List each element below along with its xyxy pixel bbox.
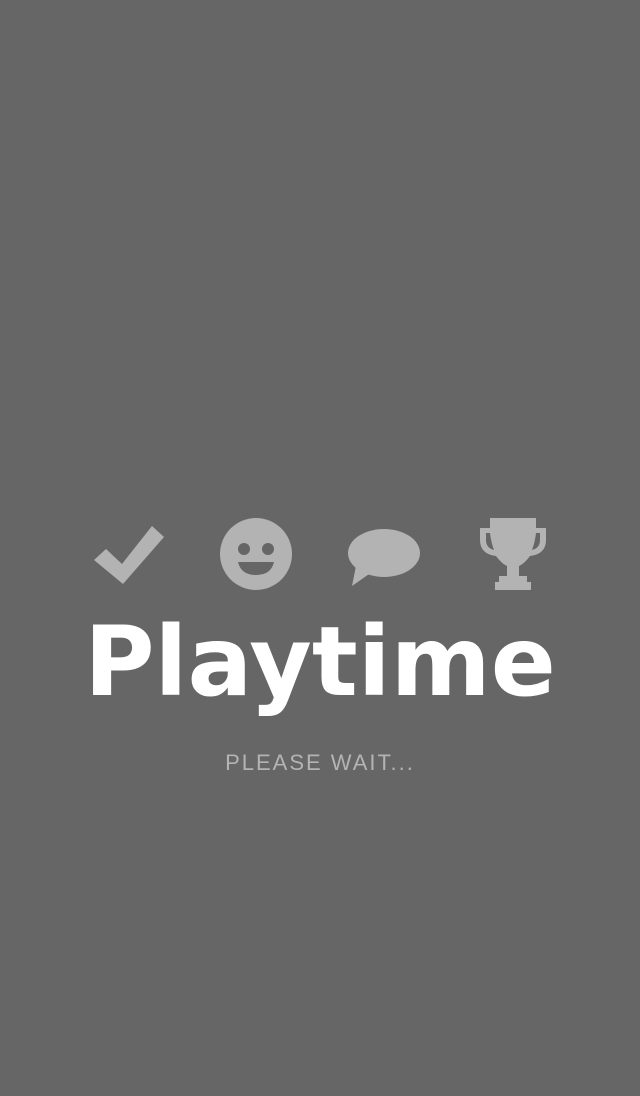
splash-screen: Playtime PLEASE WAIT...: [0, 0, 640, 1096]
loading-status-text: PLEASE WAIT...: [225, 750, 415, 775]
chat-bubble-icon: [346, 528, 422, 588]
feature-icon-row: [0, 510, 640, 596]
smiley-face-icon: [219, 517, 293, 591]
trophy-icon: [478, 516, 548, 592]
checkmark-icon: [92, 524, 164, 584]
app-title: Playtime: [84, 606, 556, 718]
